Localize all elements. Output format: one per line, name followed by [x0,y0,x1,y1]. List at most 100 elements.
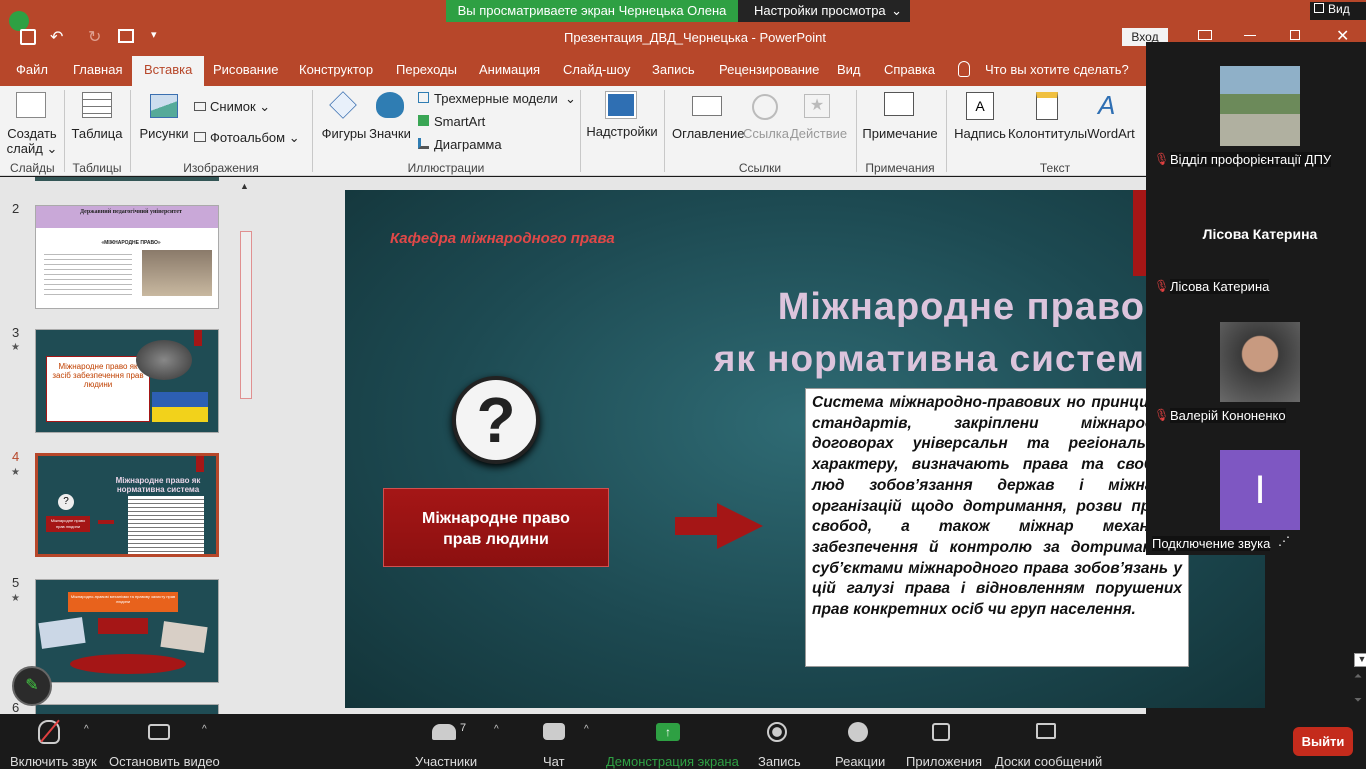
customize-qat-icon[interactable]: ▾ [151,28,157,41]
smartart-button[interactable]: SmartArt [418,114,485,129]
thumb-red-ellipse [70,654,186,674]
thumb-red-box [98,618,148,634]
toc-button[interactable]: Оглавление [672,126,744,141]
group-text: Текст [1039,161,1071,175]
thumbnail-slide-3[interactable]: Міжнародне право як засіб забезпечення п… [35,329,219,433]
chat-icon[interactable] [543,723,565,740]
tab-help[interactable]: Справка [884,56,935,86]
video-camera-icon[interactable] [148,724,170,740]
3d-models-button[interactable]: Трехмерные модели ⌄ [418,91,576,107]
thumb-photo [38,617,86,649]
comment-button[interactable]: Примечание [862,126,938,141]
participant-tile[interactable]: 🎙︎ Валерій Кононенко [1146,298,1366,426]
next-slide-icon[interactable]: ⏷ [1354,695,1362,706]
video-options-chevron-icon[interactable]: ^ [202,724,207,735]
tab-draw[interactable]: Рисование [213,56,278,86]
textbox-button[interactable]: Надпись [954,126,1006,141]
record-button[interactable]: Запись [758,754,801,769]
share-screen-icon[interactable]: ↑ [656,723,680,741]
thumb-scrollbar[interactable]: ▲ [238,179,254,715]
save-icon[interactable] [20,29,36,45]
current-slide[interactable]: Кафедра міжнародного права Міжнародне пр… [345,190,1265,708]
human-rights-box-label: Міжнародне право прав людини [422,510,570,548]
unmute-button[interactable]: Включить звук [10,754,97,769]
chat-button[interactable]: Чат [543,754,565,769]
thumbnail-slide-5[interactable]: Міжнародно-правові механізми та правову … [35,579,219,683]
tab-insert[interactable]: Вставка [132,56,205,86]
canvas-scroll-down-icon[interactable]: ▼ [1354,653,1366,667]
action-button[interactable]: Действие [790,126,847,141]
tab-animations[interactable]: Анимация [479,56,540,86]
photo-album-label: Фотоальбом [210,130,286,145]
tab-slideshow[interactable]: Слайд-шоу [563,56,630,86]
reactions-button[interactable]: Реакции [835,754,885,769]
thumbnail-slide-4-selected[interactable]: Міжнародне право як нормативна система ?… [35,453,219,557]
chart-button[interactable]: Диаграмма [418,137,502,152]
shapes-button[interactable]: Фигуры [320,126,368,141]
whiteboards-button[interactable]: Доски сообщений [995,754,1102,769]
pen-button[interactable]: ✎ [12,666,52,706]
slide-thumbnail-pane: 2 Державний педагогічний університет «МІ… [0,177,258,715]
stop-video-button[interactable]: Остановить видео [109,754,220,769]
thumbnail-slide-2[interactable]: Державний педагогічний університет «МІЖН… [35,205,219,309]
apps-button[interactable]: Приложения [906,754,982,769]
participant-tile[interactable]: Лісова Катерина 🎙︎ Лісова Катерина [1146,170,1366,298]
leave-button[interactable]: Выйти [1293,727,1353,756]
tab-record[interactable]: Запись [652,56,695,86]
tab-view[interactable]: Вид [837,56,861,86]
screenshot-button[interactable]: Снимок ⌄ [194,99,270,115]
scroll-up-icon[interactable]: ▲ [240,181,249,191]
participant-tile[interactable]: І Подключение звука ⋰ [1146,426,1366,554]
undo-icon[interactable]: ↶ [50,27,63,47]
icons-icon [376,92,404,118]
animation-star-icon: ★ [11,593,20,604]
textbox-icon: A [966,92,994,120]
view-settings-button[interactable]: Настройки просмотра ⌄ [738,0,910,22]
participants-button[interactable]: Участники [415,754,477,769]
reactions-icon[interactable] [848,722,868,742]
photo-album-button[interactable]: Фотоальбом ⌄ [194,130,300,146]
tab-design[interactable]: Конструктор [299,56,373,86]
participant-name: Валерій Кононенко [1170,408,1286,423]
tab-file[interactable]: Файл [16,56,48,86]
mic-options-chevron-icon[interactable]: ^ [84,724,89,735]
icons-button[interactable]: Значки [366,126,414,141]
thumb-title: Міжнародно-правові механізми та правову … [70,594,176,604]
minimize-icon[interactable] [1244,35,1256,36]
pictures-button[interactable]: Рисунки [138,126,190,141]
header-footer-button[interactable]: Колонтитулы [1008,126,1087,141]
redo-icon[interactable]: ↻ [88,27,101,47]
scroll-thumb[interactable] [240,231,252,399]
start-slideshow-icon[interactable] [118,29,134,43]
question-mark-icon: ? [452,376,540,464]
table-button[interactable]: Таблица [70,126,124,141]
new-slide-button[interactable]: Создать слайд ⌄ [4,126,60,156]
tab-transitions[interactable]: Переходы [396,56,457,86]
tab-home[interactable]: Главная [73,56,122,86]
record-icon[interactable] [767,722,787,742]
participants-chevron-icon[interactable]: ^ [494,724,499,735]
table-icon [82,92,112,118]
tell-me-input[interactable]: Что вы хотите сделать? [985,56,1129,86]
thumb-flags [152,392,208,422]
restore-icon[interactable] [1290,30,1300,40]
prev-slide-icon[interactable]: ⏶ [1354,671,1362,682]
addins-button[interactable]: Надстройки [586,124,658,139]
share-screen-button[interactable]: Демонстрация экрана [606,754,739,769]
muted-mic-icon: 🎙︎ [1154,279,1170,293]
view-menu-button[interactable]: Вид [1310,2,1366,20]
wordart-button[interactable]: WordArt [1086,126,1136,141]
tab-review[interactable]: Рецензирование [719,56,819,86]
apps-icon[interactable] [932,723,950,741]
muted-mic-icon: 🎙︎ [1154,152,1170,166]
chat-chevron-icon[interactable]: ^ [584,724,589,735]
ribbon-display-icon[interactable] [1198,30,1212,40]
muted-mic-icon: 🎙︎ [1154,408,1170,422]
participants-icon[interactable] [432,724,456,740]
whiteboard-icon[interactable] [1036,723,1056,739]
slide-title-line2: як нормативна систем [713,338,1145,379]
group-comments: Примечания [865,161,935,175]
participant-tile[interactable]: 🎙︎ Відділ профорієнтації ДПУ [1146,42,1366,170]
link-button[interactable]: Ссылка [742,126,790,141]
smartart-icon [418,115,429,126]
